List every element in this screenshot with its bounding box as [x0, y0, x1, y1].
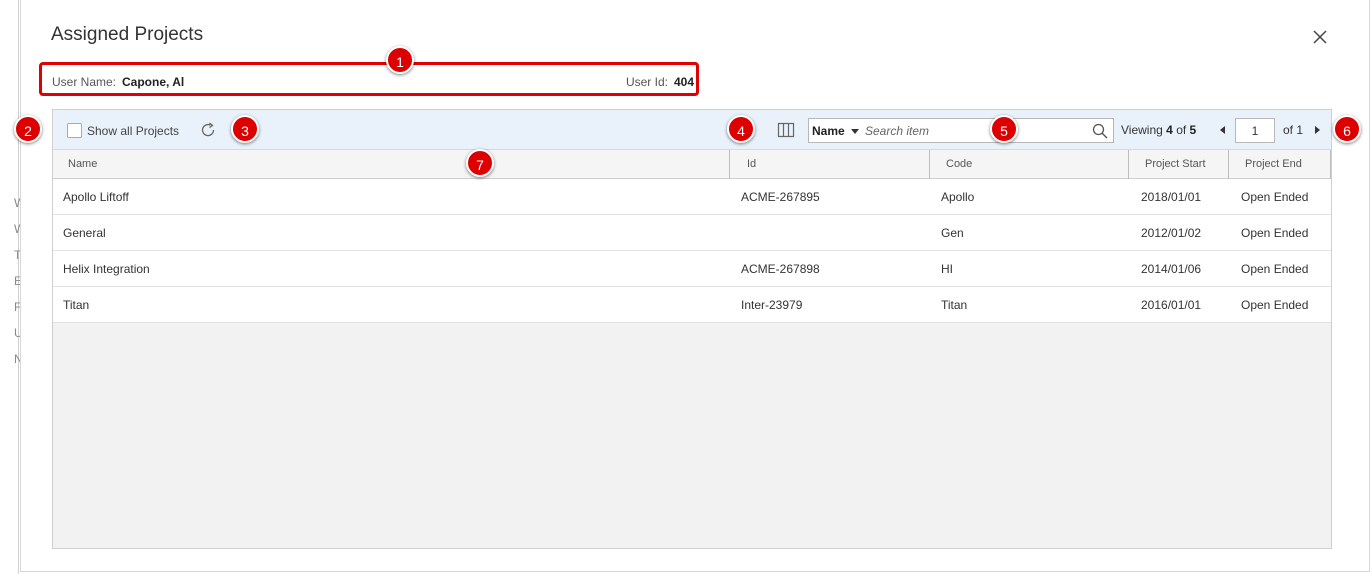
page-total: of 1	[1283, 123, 1304, 137]
callout-badge: 2	[14, 115, 42, 143]
user-id-label: User Id:	[625, 75, 668, 89]
cell-project-start: 2012/01/02	[1141, 226, 1202, 240]
table-row[interactable]: Helix Integration ACME-267898 HI 2014/01…	[53, 251, 1331, 287]
cell-code: Apollo	[941, 190, 975, 204]
assigned-projects-dialog: Assigned Projects User Name: Capone, Al U…	[20, 0, 1370, 572]
cell-name: Apollo Liftoff	[63, 190, 129, 204]
user-info-bar: User Name: Capone, Al User Id: 404	[39, 62, 699, 96]
table-row[interactable]: General Gen 2012/01/02 Open Ended	[53, 215, 1331, 251]
chevron-down-icon[interactable]	[851, 129, 859, 134]
column-header-project-start[interactable]: Project Start	[1145, 150, 1206, 179]
search-box: Name	[808, 118, 1114, 143]
cell-id: Inter-23979	[741, 298, 803, 312]
search-icon[interactable]	[1091, 122, 1109, 140]
cell-project-end: Open Ended	[1241, 190, 1309, 204]
cell-project-start: 2018/01/01	[1141, 190, 1202, 204]
column-chooser-icon[interactable]	[777, 121, 795, 139]
user-id-value: 404	[673, 75, 694, 89]
cell-project-end: Open Ended	[1241, 262, 1309, 276]
cell-code: Titan	[941, 298, 968, 312]
page-number-input[interactable]	[1235, 118, 1275, 143]
show-all-projects-checkbox[interactable]	[67, 123, 82, 138]
user-id: User Id: 404	[626, 73, 694, 91]
next-page-icon[interactable]	[1315, 126, 1320, 134]
cell-name: Helix Integration	[63, 262, 150, 276]
callout-badge: 1	[386, 46, 414, 74]
column-resize-handle[interactable]	[929, 150, 930, 179]
column-header-code[interactable]: Code	[946, 150, 972, 179]
search-input[interactable]	[865, 122, 1085, 140]
cell-project-start: 2016/01/01	[1141, 298, 1202, 312]
cell-project-start: 2014/01/06	[1141, 262, 1202, 276]
viewing-count: 4	[1166, 123, 1173, 137]
viewing-status: Viewing 4 of 5	[1121, 123, 1196, 137]
column-resize-handle[interactable]	[1128, 150, 1129, 179]
projects-grid: Show all Projects Name Viewing	[52, 109, 1332, 549]
show-all-projects-label[interactable]: Show all Projects	[87, 124, 179, 138]
table-row[interactable]: Apollo Liftoff ACME-267895 Apollo 2018/0…	[53, 179, 1331, 215]
column-resize-handle[interactable]	[1228, 150, 1229, 179]
cell-code: Gen	[941, 226, 964, 240]
callout-badge: 4	[727, 115, 755, 143]
search-field-selector[interactable]: Name	[812, 124, 845, 138]
table-header: Name Id Code Project Start Project End	[53, 150, 1331, 179]
table-row[interactable]: Titan Inter-23979 Titan 2016/01/01 Open …	[53, 287, 1331, 323]
cell-code: HI	[941, 262, 953, 276]
viewing-prefix: Viewing	[1121, 123, 1163, 137]
close-icon[interactable]	[1311, 28, 1329, 46]
column-resize-handle[interactable]	[729, 150, 730, 179]
cell-name: Titan	[63, 298, 90, 312]
callout-badge: 5	[990, 115, 1018, 143]
column-header-name[interactable]: Name	[68, 150, 97, 179]
dialog-title: Assigned Projects	[51, 24, 204, 45]
column-header-id[interactable]: Id	[747, 150, 756, 179]
table-body: Apollo Liftoff ACME-267895 Apollo 2018/0…	[53, 179, 1331, 323]
cell-project-end: Open Ended	[1241, 226, 1309, 240]
user-name-label: User Name:	[52, 75, 117, 89]
cell-id: ACME-267898	[741, 262, 820, 276]
user-name-value: Capone, Al	[122, 75, 185, 89]
cell-project-end: Open Ended	[1241, 298, 1309, 312]
viewing-total: 5	[1189, 123, 1197, 137]
callout-badge: 6	[1333, 115, 1361, 143]
user-name: User Name: Capone, Al	[52, 73, 184, 91]
refresh-icon[interactable]	[199, 121, 217, 139]
previous-page-icon[interactable]	[1220, 126, 1225, 134]
viewing-of: of	[1176, 123, 1187, 137]
column-resize-handle[interactable]	[1330, 150, 1331, 179]
callout-badge: 3	[231, 115, 259, 143]
cell-id: ACME-267895	[741, 190, 820, 204]
callout-badge: 7	[466, 149, 494, 177]
column-header-project-end[interactable]: Project End	[1245, 150, 1302, 179]
cell-name: General	[63, 226, 106, 240]
